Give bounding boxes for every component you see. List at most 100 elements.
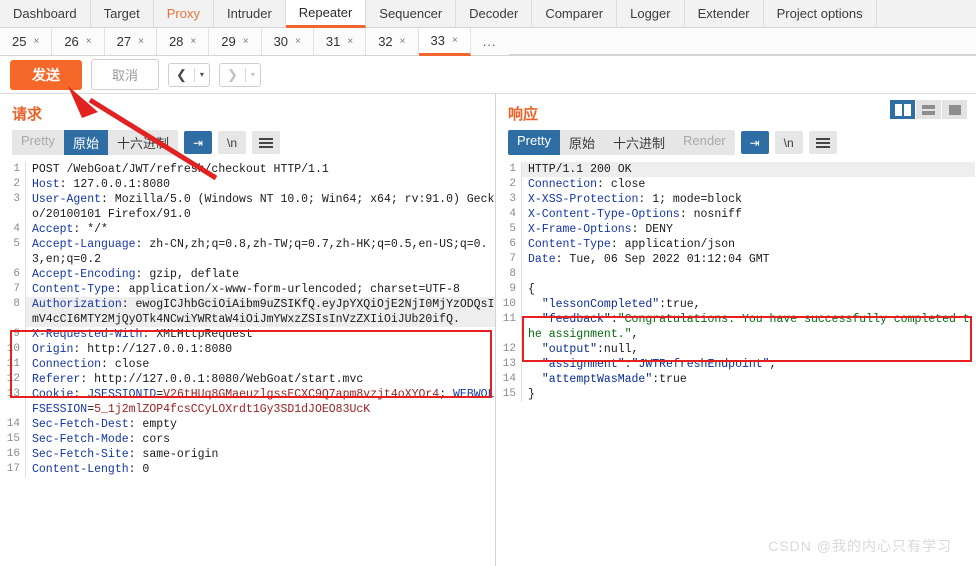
repeater-tab-32[interactable]: 32 × bbox=[366, 28, 419, 55]
repeater-tab-label: 28 bbox=[168, 34, 184, 49]
burp-repeater-window: Dashboard Target Proxy Intruder Repeater Sequ… bbox=[0, 0, 976, 566]
repeater-tab-28[interactable]: 28 × bbox=[156, 28, 210, 55]
main-tab-sequencer[interactable]: Sequencer bbox=[366, 0, 457, 27]
main-tab-intruder[interactable]: Intruder bbox=[213, 0, 286, 27]
request-editor[interactable]: 1 POST /WebGoat/JWT/refresh/checkout HTTP… bbox=[0, 160, 495, 477]
line-text: X-Frame-Options: DENY bbox=[528, 223, 673, 236]
single-pane-layout-button[interactable] bbox=[942, 100, 967, 119]
main-tab-logger[interactable]: Logger bbox=[617, 0, 685, 27]
response-view-0[interactable]: Pretty bbox=[508, 130, 560, 155]
line-text: X-XSS-Protection: 1; mode=block bbox=[528, 193, 742, 206]
response-line: 1 HTTP/1.1 200 OK bbox=[496, 162, 975, 177]
line-number: 4 bbox=[496, 207, 522, 222]
forward-nav-button[interactable]: ❯ ▾ bbox=[218, 62, 261, 87]
repeater-tabs-overflow-button[interactable]: ... bbox=[470, 28, 509, 55]
line-text: POST /WebGoat/JWT/refresh/checkout HTTP/… bbox=[32, 163, 329, 176]
close-icon[interactable]: × bbox=[347, 36, 353, 47]
request-wrap-toggle[interactable]: ⇥ bbox=[184, 131, 212, 154]
main-tab-decoder[interactable]: Decoder bbox=[456, 0, 533, 27]
line-number: 11 bbox=[496, 312, 522, 342]
request-view-2[interactable]: 十六进制 bbox=[108, 130, 178, 155]
repeater-tab-label: 32 bbox=[378, 34, 393, 49]
close-icon[interactable]: × bbox=[295, 36, 301, 47]
main-tab-project-options[interactable]: Project options bbox=[763, 0, 877, 27]
close-icon[interactable]: × bbox=[243, 36, 249, 47]
close-icon[interactable]: × bbox=[400, 36, 406, 47]
line-number: 17 bbox=[0, 462, 26, 477]
response-line: 13 "assignment":"JWTRefreshEndpoint", bbox=[496, 357, 975, 372]
close-icon[interactable]: × bbox=[138, 36, 144, 47]
hamburger-icon bbox=[815, 137, 830, 148]
line-number: 8 bbox=[0, 297, 26, 327]
request-line: 12 Referer: http://127.0.0.1:8080/WebGoat… bbox=[0, 372, 495, 387]
send-button[interactable]: 发送 bbox=[10, 59, 82, 90]
repeater-tab-25[interactable]: 25 × bbox=[0, 28, 53, 55]
stacked-layout-button[interactable] bbox=[916, 100, 941, 119]
repeater-tab-33[interactable]: 33 × bbox=[418, 28, 471, 56]
line-text: HTTP/1.1 200 OK bbox=[522, 162, 975, 177]
response-header-row: 响应 bbox=[496, 94, 975, 130]
line-number: 3 bbox=[496, 192, 522, 207]
request-view-1[interactable]: 原始 bbox=[63, 130, 108, 155]
single-view-icon bbox=[948, 104, 961, 115]
repeater-tab-label: 27 bbox=[116, 34, 132, 49]
repeater-tab-label: 30 bbox=[273, 34, 289, 49]
request-line: 7 Content-Type: application/x-www-form-ur… bbox=[0, 282, 495, 297]
request-response-panes: 请求 Pretty 原始 十六进制 ⇥ \n 1 POST /WebGoat/JWT/… bbox=[0, 94, 976, 566]
response-editor[interactable]: 1 HTTP/1.1 200 OK 2 Connection: close 3 X-XSS… bbox=[496, 160, 975, 402]
line-number: 14 bbox=[496, 372, 522, 387]
repeater-tab-label: 26 bbox=[64, 34, 79, 49]
main-tab-target[interactable]: Target bbox=[90, 0, 154, 27]
response-view-2[interactable]: 十六进制 bbox=[604, 130, 674, 155]
request-line: 3 User-Agent: Mozilla/5.0 (Windows NT 10.… bbox=[0, 192, 495, 222]
repeater-tab-30[interactable]: 30 × bbox=[261, 28, 314, 55]
line-text: Authorization: ewogICJhbGciOiAibm9uZSIKf… bbox=[26, 297, 495, 327]
response-view-mode-group: Pretty 原始 十六进制 Render bbox=[508, 130, 735, 155]
repeater-tab-27[interactable]: 27 × bbox=[104, 28, 157, 55]
main-tab-comparer[interactable]: Comparer bbox=[532, 0, 618, 27]
line-number: 1 bbox=[496, 162, 522, 177]
line-text: Accept: */* bbox=[32, 223, 108, 236]
main-tab-proxy[interactable]: Proxy bbox=[153, 0, 214, 27]
repeater-tab-31[interactable]: 31 × bbox=[313, 28, 367, 55]
line-text bbox=[522, 267, 975, 282]
line-number: 6 bbox=[0, 267, 26, 282]
request-view-0[interactable]: Pretty bbox=[12, 130, 64, 155]
chevron-left-icon: ❮ bbox=[176, 66, 187, 82]
split-view-icon bbox=[894, 103, 911, 116]
repeater-tab-26[interactable]: 26 × bbox=[52, 28, 105, 55]
response-line: 12 "output":null, bbox=[496, 342, 975, 357]
response-view-3[interactable]: Render bbox=[674, 130, 735, 155]
close-icon[interactable]: × bbox=[452, 35, 458, 46]
request-newline-toggle[interactable]: \n bbox=[218, 131, 246, 154]
line-text: Referer: http://127.0.0.1:8080/WebGoat/s… bbox=[32, 373, 364, 386]
response-menu-button[interactable] bbox=[808, 131, 837, 154]
request-line: 9 X-Requested-With: XMLHttpRequest bbox=[0, 327, 495, 342]
line-number: 5 bbox=[496, 222, 522, 237]
line-number: 15 bbox=[0, 432, 26, 447]
main-tab-repeater[interactable]: Repeater bbox=[285, 0, 367, 28]
request-line: 17 Content-Length: 0 bbox=[0, 462, 495, 477]
response-newline-toggle[interactable]: \n bbox=[774, 131, 803, 154]
response-line: 11 "feedback":"Congratulations. You have… bbox=[496, 312, 975, 342]
response-wrap-toggle[interactable]: ⇥ bbox=[740, 131, 769, 154]
request-line: 10 Origin: http://127.0.0.1:8080 bbox=[0, 342, 495, 357]
close-icon[interactable]: × bbox=[86, 36, 92, 47]
close-icon[interactable]: × bbox=[190, 36, 196, 47]
response-line: 10 "lessonCompleted":true, bbox=[496, 297, 975, 312]
close-icon[interactable]: × bbox=[33, 36, 39, 47]
request-view-mode-group: Pretty 原始 十六进制 bbox=[12, 130, 178, 155]
side-by-side-layout-button[interactable] bbox=[890, 100, 915, 119]
chevron-right-icon: ❯ bbox=[226, 66, 238, 82]
back-nav-button[interactable]: ❮ ▾ bbox=[168, 62, 210, 87]
line-number: 4 bbox=[0, 222, 26, 237]
line-text: Content-Length: 0 bbox=[32, 463, 150, 476]
main-tab-dashboard[interactable]: Dashboard bbox=[0, 0, 91, 27]
repeater-tab-29[interactable]: 29 × bbox=[209, 28, 262, 55]
line-text: } bbox=[528, 388, 535, 401]
request-menu-button[interactable] bbox=[252, 131, 280, 154]
main-tab-extender[interactable]: Extender bbox=[684, 0, 764, 27]
response-view-1[interactable]: 原始 bbox=[560, 130, 604, 155]
request-line: 8 Authorization: ewogICJhbGciOiAibm9uZSIK… bbox=[0, 297, 495, 327]
cancel-button[interactable]: 取消 bbox=[91, 59, 160, 90]
